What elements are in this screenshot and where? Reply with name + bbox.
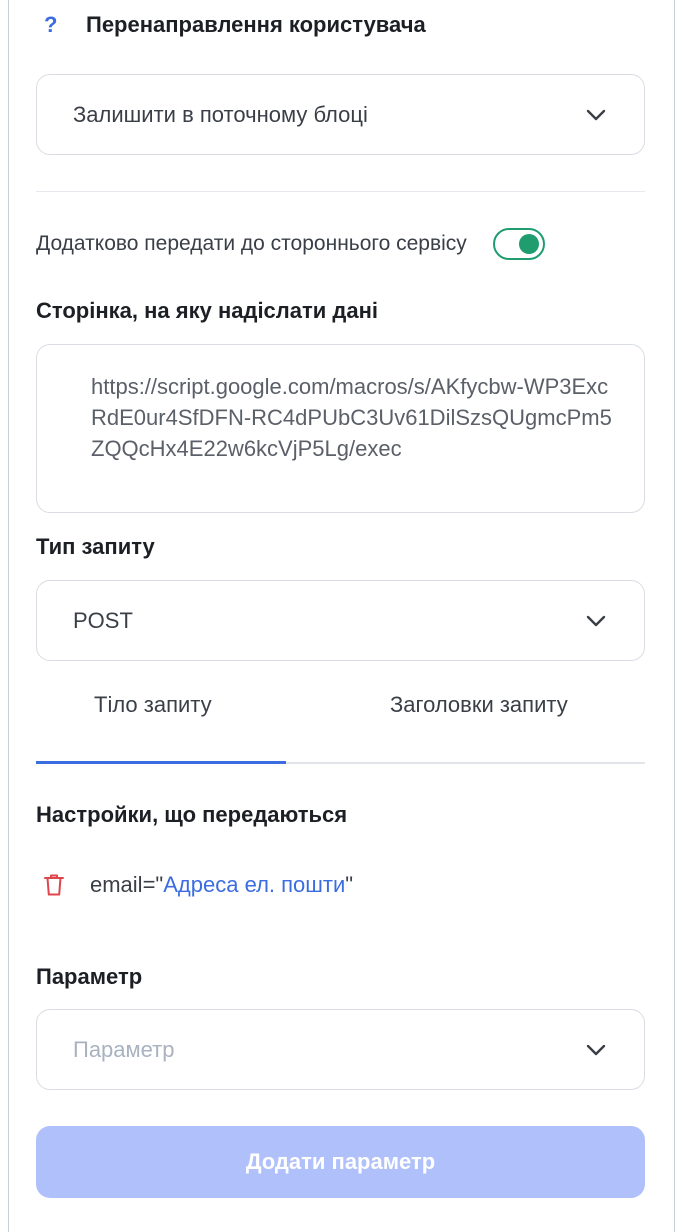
redirect-select[interactable]: Залишити в поточному блоці xyxy=(36,74,645,155)
settings-label: Настройки, що передаються xyxy=(36,802,348,827)
settings-item: email="Адреса ел. пошти" xyxy=(36,872,353,898)
settings-item-text: email="Адреса ел. пошти" xyxy=(90,872,353,898)
target-url-input[interactable]: https://script.google.com/macros/s/AKfyc… xyxy=(36,344,645,513)
settings-item-key: email=" xyxy=(90,872,164,897)
redirect-title: Перенаправлення користувача xyxy=(86,12,426,37)
request-type-value: POST xyxy=(73,607,133,633)
question-icon[interactable]: ? xyxy=(36,12,86,38)
tab-request-headers[interactable]: Заголовки запиту xyxy=(390,692,568,718)
chevron-down-icon xyxy=(586,109,606,120)
forward-label: Додатково передати до стороннього сервіс… xyxy=(36,232,467,255)
redirect-selected-value: Залишити в поточному блоці xyxy=(73,101,368,127)
parameter-select[interactable]: Параметр xyxy=(36,1009,645,1090)
forward-toggle-row: Додатково передати до стороннього сервіс… xyxy=(36,228,545,260)
tab-request-body[interactable]: Тіло запиту xyxy=(94,692,212,718)
toggle-knob xyxy=(518,234,539,254)
chevron-down-icon xyxy=(586,1044,606,1055)
divider xyxy=(36,191,645,192)
request-tabs: Тіло запиту Заголовки запиту xyxy=(36,682,645,764)
redirect-header: ? Перенаправлення користувача xyxy=(36,12,426,38)
request-type-select[interactable]: POST xyxy=(36,580,645,661)
parameter-label: Параметр xyxy=(36,964,143,989)
target-page-label: Сторінка, на яку надіслати дані xyxy=(36,298,379,323)
forward-toggle[interactable] xyxy=(492,228,545,260)
request-type-label: Тип запиту xyxy=(36,534,155,559)
settings-item-suffix: " xyxy=(345,872,354,897)
active-tab-indicator xyxy=(36,761,286,764)
parameter-placeholder: Параметр xyxy=(73,1036,175,1062)
add-parameter-button[interactable]: Додати параметр xyxy=(36,1126,645,1198)
trash-icon[interactable] xyxy=(42,872,66,898)
chevron-down-icon xyxy=(586,615,606,626)
settings-item-value[interactable]: Адреса ел. пошти xyxy=(163,872,345,897)
